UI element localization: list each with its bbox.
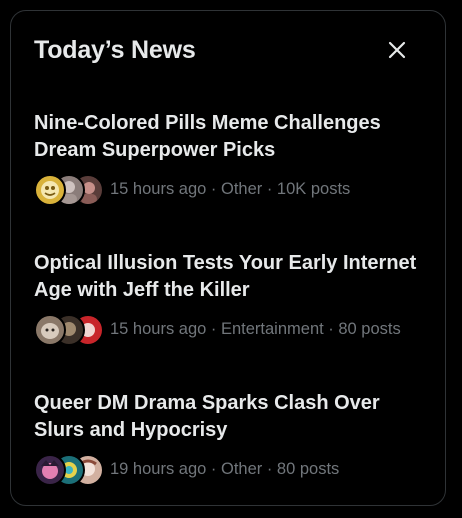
news-meta-row: 15 hours ago · Other · 10K posts — [34, 173, 434, 206]
news-meta: 19 hours ago · Other · 80 posts — [110, 459, 340, 478]
news-meta-row: 19 hours ago · Other · 80 posts — [34, 453, 434, 486]
avatar — [34, 454, 66, 486]
news-item[interactable]: Nine-Colored Pills Meme Challenges Dream… — [34, 110, 434, 206]
close-icon — [388, 41, 406, 59]
close-button[interactable] — [383, 36, 411, 64]
news-meta: 15 hours ago · Other · 10K posts — [110, 179, 351, 198]
news-headline: Optical Illusion Tests Your Early Intern… — [34, 252, 417, 301]
avatar — [34, 314, 66, 346]
news-item[interactable]: Optical Illusion Tests Your Early Intern… — [34, 250, 434, 346]
news-headline: Nine-Colored Pills Meme Challenges Dream… — [34, 112, 381, 161]
news-meta-row: 15 hours ago · Entertainment · 80 posts — [34, 313, 434, 346]
news-item[interactable]: Queer DM Drama Sparks Clash Over Slurs a… — [34, 390, 434, 486]
avatar-stack — [34, 173, 104, 206]
todays-news-panel: Today’s News Nine-Colored Pills Meme Cha… — [10, 10, 446, 506]
avatar-stack — [34, 313, 104, 346]
panel-title: Today’s News — [34, 36, 196, 64]
news-meta: 15 hours ago · Entertainment · 80 posts — [110, 319, 401, 338]
avatar — [34, 174, 66, 206]
panel-header: Today’s News — [34, 33, 422, 67]
avatar-stack — [34, 453, 104, 486]
news-headline: Queer DM Drama Sparks Clash Over Slurs a… — [34, 392, 380, 441]
